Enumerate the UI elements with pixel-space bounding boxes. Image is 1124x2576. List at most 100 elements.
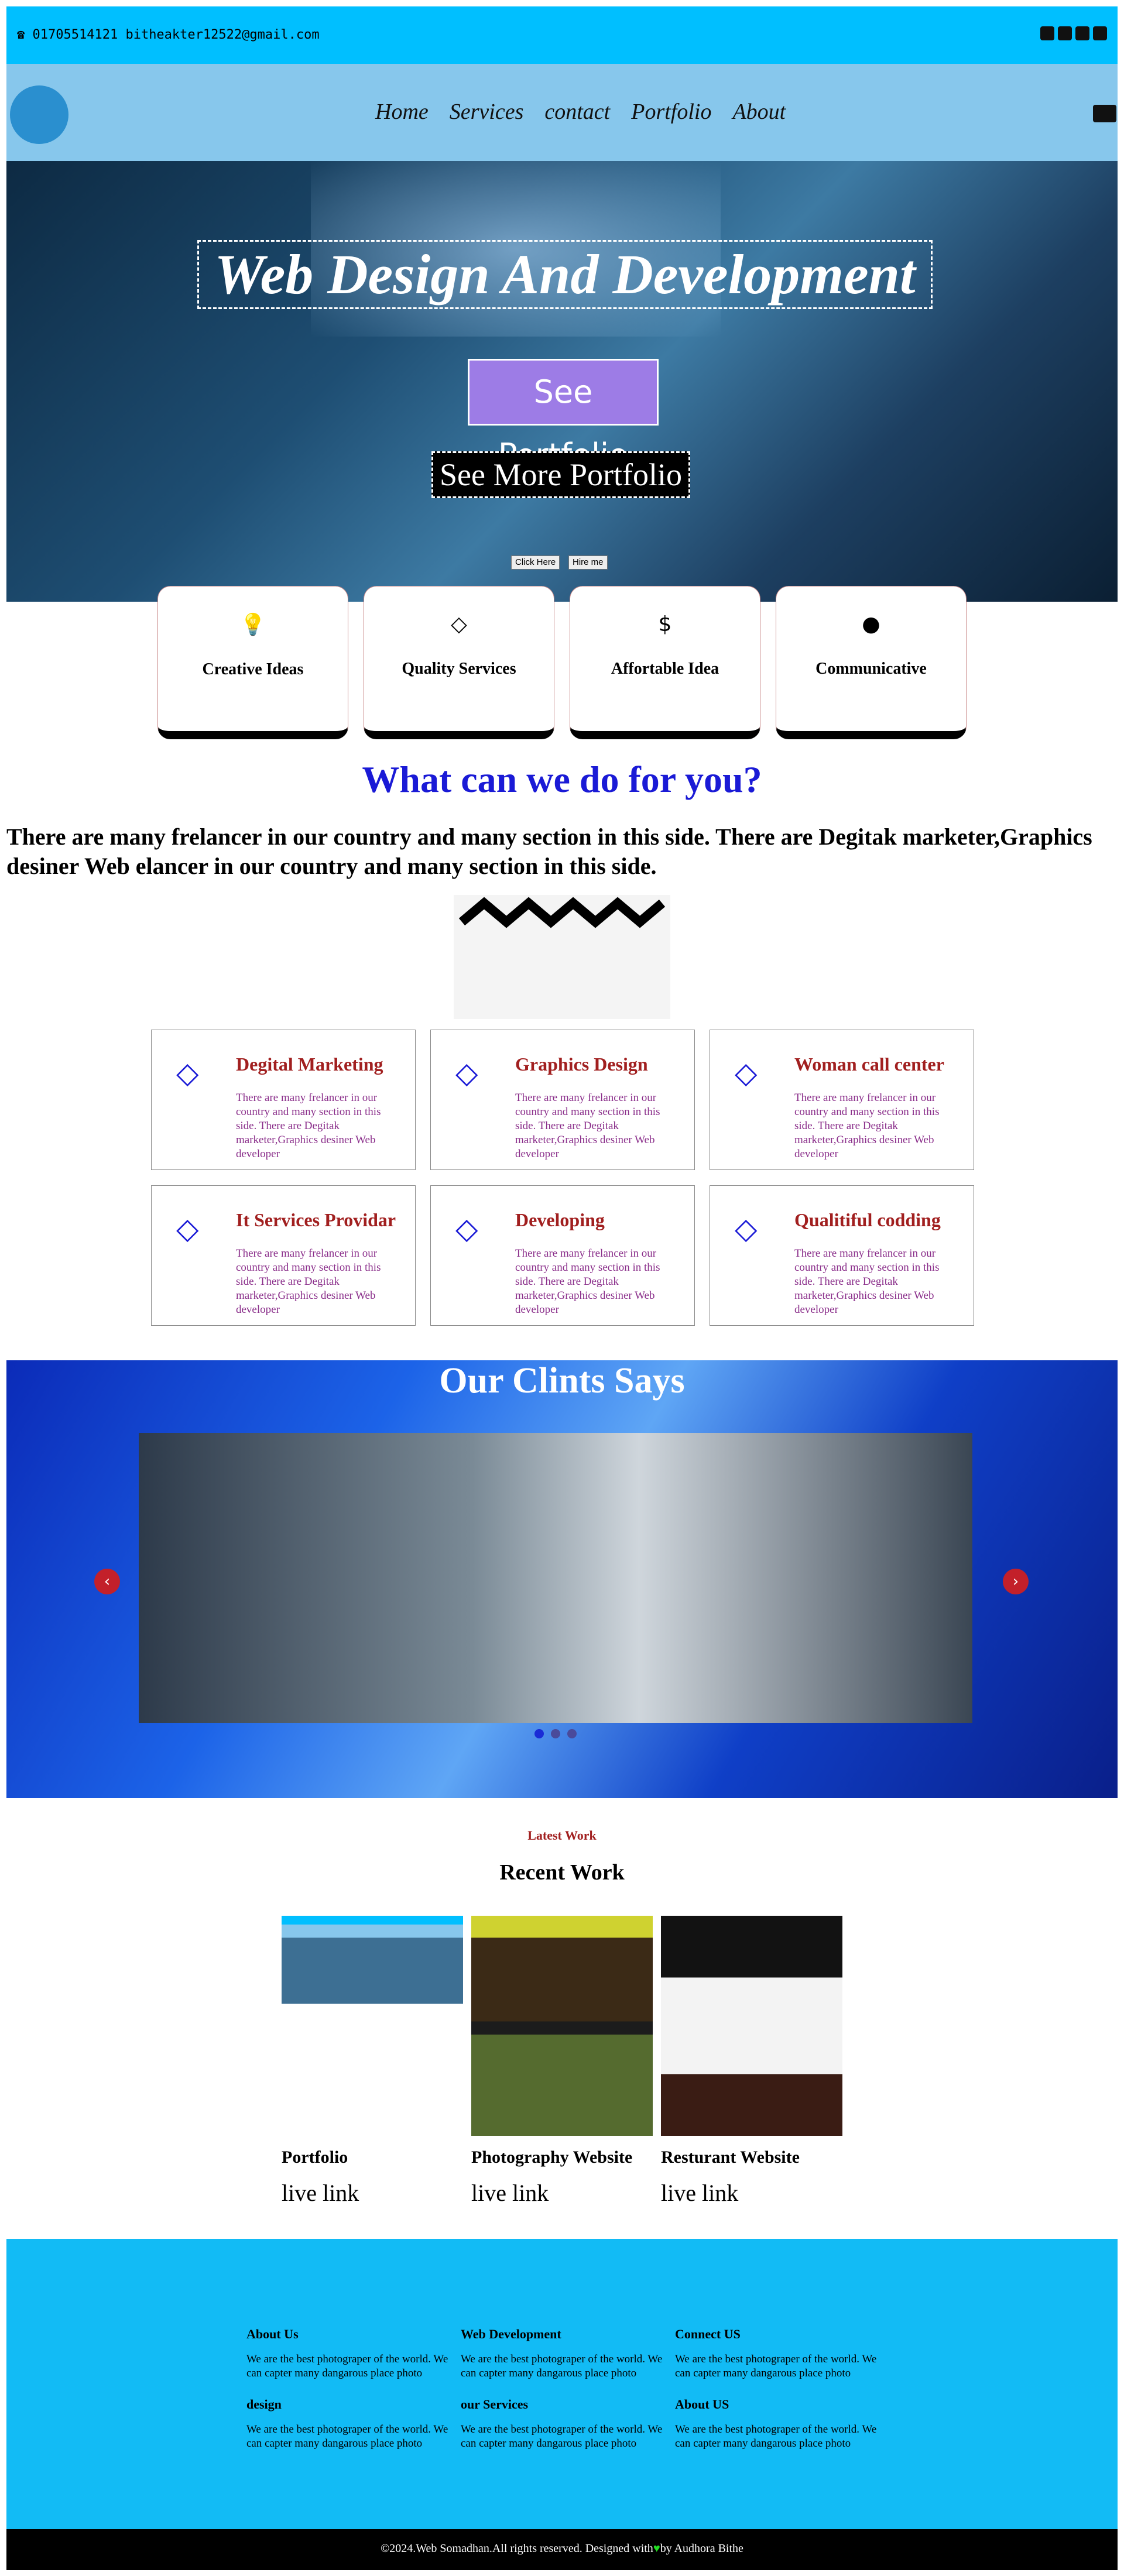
envelope-icon[interactable] — [1093, 105, 1116, 122]
service-description: There are many frelancer in our country … — [794, 1092, 940, 1160]
work-title: Portfolio — [282, 2148, 348, 2167]
services-intro: There are many frelancer in our country … — [6, 824, 1092, 879]
footer-column: design We are the best photograper of th… — [246, 2397, 457, 2451]
nav-menu: Home Services contact Portfolio About — [375, 99, 786, 125]
zigzag-divider-image — [454, 895, 670, 1019]
work-live-link[interactable]: live link — [661, 2179, 842, 2207]
diamond-icon: ◇ — [176, 1212, 199, 1246]
diamond-icon: ◇ — [735, 1056, 758, 1090]
footer-column: About US We are the best photograper of … — [675, 2397, 886, 2451]
carousel-slide-image — [139, 1433, 972, 1723]
footer-heading: About Us — [246, 2327, 299, 2341]
nav-about[interactable]: About — [732, 99, 786, 125]
service-card: ◇ Degital Marketing There are many frela… — [151, 1030, 416, 1170]
linkedin-icon[interactable] — [1058, 26, 1072, 40]
footer-text: We are the best photograper of the world… — [246, 2353, 448, 2379]
service-title: Qualitiful codding — [794, 1209, 941, 1230]
diamond-icon: ◇ — [735, 1212, 758, 1246]
latest-work-eyebrow: Latest Work — [527, 1828, 597, 1843]
feature-title: Communicative — [815, 660, 927, 678]
service-card: ◇ Graphics Design There are many frelanc… — [430, 1030, 695, 1170]
dollar-icon: $ — [658, 612, 672, 636]
instagram-icon[interactable] — [1075, 26, 1089, 40]
footer-column: Connect US We are the best photograper o… — [675, 2327, 886, 2381]
work-card: Photography Website live link — [471, 1916, 653, 2207]
contact-info: ☎ 01705514121 bitheakter12522@gmail.com — [17, 28, 320, 42]
nav-contact[interactable]: contact — [544, 99, 610, 125]
footer-column: About Us We are the best photograper of … — [246, 2327, 457, 2381]
hero-banner: Web Design And Development See Portfolio… — [6, 161, 1118, 602]
clients-section: Our Clints Says ‹ › — [6, 1360, 1118, 1798]
phone-icon: ☎ — [17, 28, 25, 42]
service-description: There are many frelancer in our country … — [794, 1247, 940, 1316]
nav-portfolio[interactable]: Portfolio — [631, 99, 711, 125]
work-title: Resturant Website — [661, 2148, 800, 2167]
email-address: bitheakter12522@gmail.com — [125, 28, 320, 42]
service-description: There are many frelancer in our country … — [236, 1247, 381, 1316]
feature-card: $ Affortable Idea — [570, 586, 760, 739]
nav-services[interactable]: Services — [450, 99, 524, 125]
service-description: There are many frelancer in our country … — [236, 1092, 381, 1160]
footer-heading: Connect US — [675, 2327, 741, 2341]
phone-number: 01705514121 — [32, 28, 118, 42]
work-card: Resturant Website live link — [661, 1916, 842, 2207]
hero-title: Web Design And Development — [197, 240, 933, 309]
feature-card: ● Communicative — [776, 586, 967, 739]
carousel-dot[interactable] — [567, 1729, 577, 1738]
feature-card: ◇ Quality Services — [364, 586, 554, 739]
copyright-bar: ©2024.Web Somadhan.All rights reserved. … — [6, 2529, 1118, 2570]
footer-column: Web Development We are the best photogra… — [461, 2327, 671, 2381]
diamond-icon: ◇ — [451, 612, 467, 636]
feature-title: Creative Ideas — [202, 660, 304, 678]
work-live-link[interactable]: live link — [282, 2179, 463, 2207]
feature-title: Quality Services — [402, 660, 516, 678]
copyright-text: ©2024.Web Somadhan.All rights reserved. … — [381, 2542, 653, 2555]
diamond-icon: ◇ — [455, 1212, 478, 1246]
see-more-portfolio-button[interactable]: See More Portfolio — [431, 451, 690, 498]
carousel-dot[interactable] — [551, 1729, 560, 1738]
carousel-prev-button[interactable]: ‹ — [94, 1569, 120, 1594]
recent-work-heading: Recent Work — [499, 1860, 625, 1885]
zigzag-icon — [458, 897, 666, 928]
work-thumbnail[interactable] — [471, 1916, 653, 2136]
footer-text: We are the best photograper of the world… — [675, 2423, 877, 2450]
nav-home[interactable]: Home — [375, 99, 429, 125]
footer-text: We are the best photograper of the world… — [675, 2353, 877, 2379]
feature-card: 💡 Creative Ideas — [157, 586, 348, 739]
page: ☎ 01705514121 bitheakter12522@gmail.com … — [6, 6, 1118, 2570]
globe-logo-icon[interactable] — [10, 85, 68, 144]
work-live-link[interactable]: live link — [471, 2179, 653, 2207]
footer-heading: design — [246, 2397, 282, 2412]
facebook-icon[interactable] — [1093, 26, 1107, 40]
service-title: Developing — [515, 1209, 605, 1230]
service-card: ◇ Developing There are many frelancer in… — [430, 1185, 695, 1326]
carousel-dot[interactable] — [534, 1729, 544, 1738]
service-title: Woman call center — [794, 1054, 944, 1075]
see-portfolio-button[interactable]: See Portfolio — [468, 359, 659, 474]
service-description: There are many frelancer in our country … — [515, 1092, 660, 1160]
footer-heading: Web Development — [461, 2327, 561, 2341]
work-thumbnail[interactable] — [661, 1916, 842, 2136]
services-heading: What can we do for you? — [362, 759, 762, 800]
footer-heading: About US — [675, 2397, 729, 2412]
mail-icon[interactable] — [1040, 26, 1054, 40]
lightbulb-icon: 💡 — [239, 613, 266, 637]
heart-icon: ♥ — [653, 2542, 660, 2555]
footer-text: We are the best photograper of the world… — [461, 2353, 663, 2379]
footer-text: We are the best photograper of the world… — [246, 2423, 448, 2450]
feature-title: Affortable Idea — [611, 660, 719, 678]
service-title: Graphics Design — [515, 1054, 648, 1075]
service-title: It Services Providar — [236, 1209, 396, 1230]
service-title: Degital Marketing — [236, 1054, 383, 1075]
footer-heading: our Services — [461, 2397, 529, 2412]
work-thumbnail[interactable] — [282, 1916, 463, 2136]
hire-me-button[interactable]: Hire me — [568, 555, 608, 570]
diamond-icon: ◇ — [455, 1056, 478, 1090]
footer-column: our Services We are the best photograper… — [461, 2397, 671, 2451]
click-here-button[interactable]: Click Here — [511, 555, 560, 570]
service-card: ◇ Qualitiful codding There are many frel… — [710, 1185, 974, 1326]
top-contact-bar: ☎ 01705514121 bitheakter12522@gmail.com — [6, 6, 1118, 64]
main-navbar: Home Services contact Portfolio About — [6, 64, 1118, 161]
carousel-next-button[interactable]: › — [1003, 1569, 1029, 1594]
work-card: Portfolio live link — [282, 1916, 463, 2207]
